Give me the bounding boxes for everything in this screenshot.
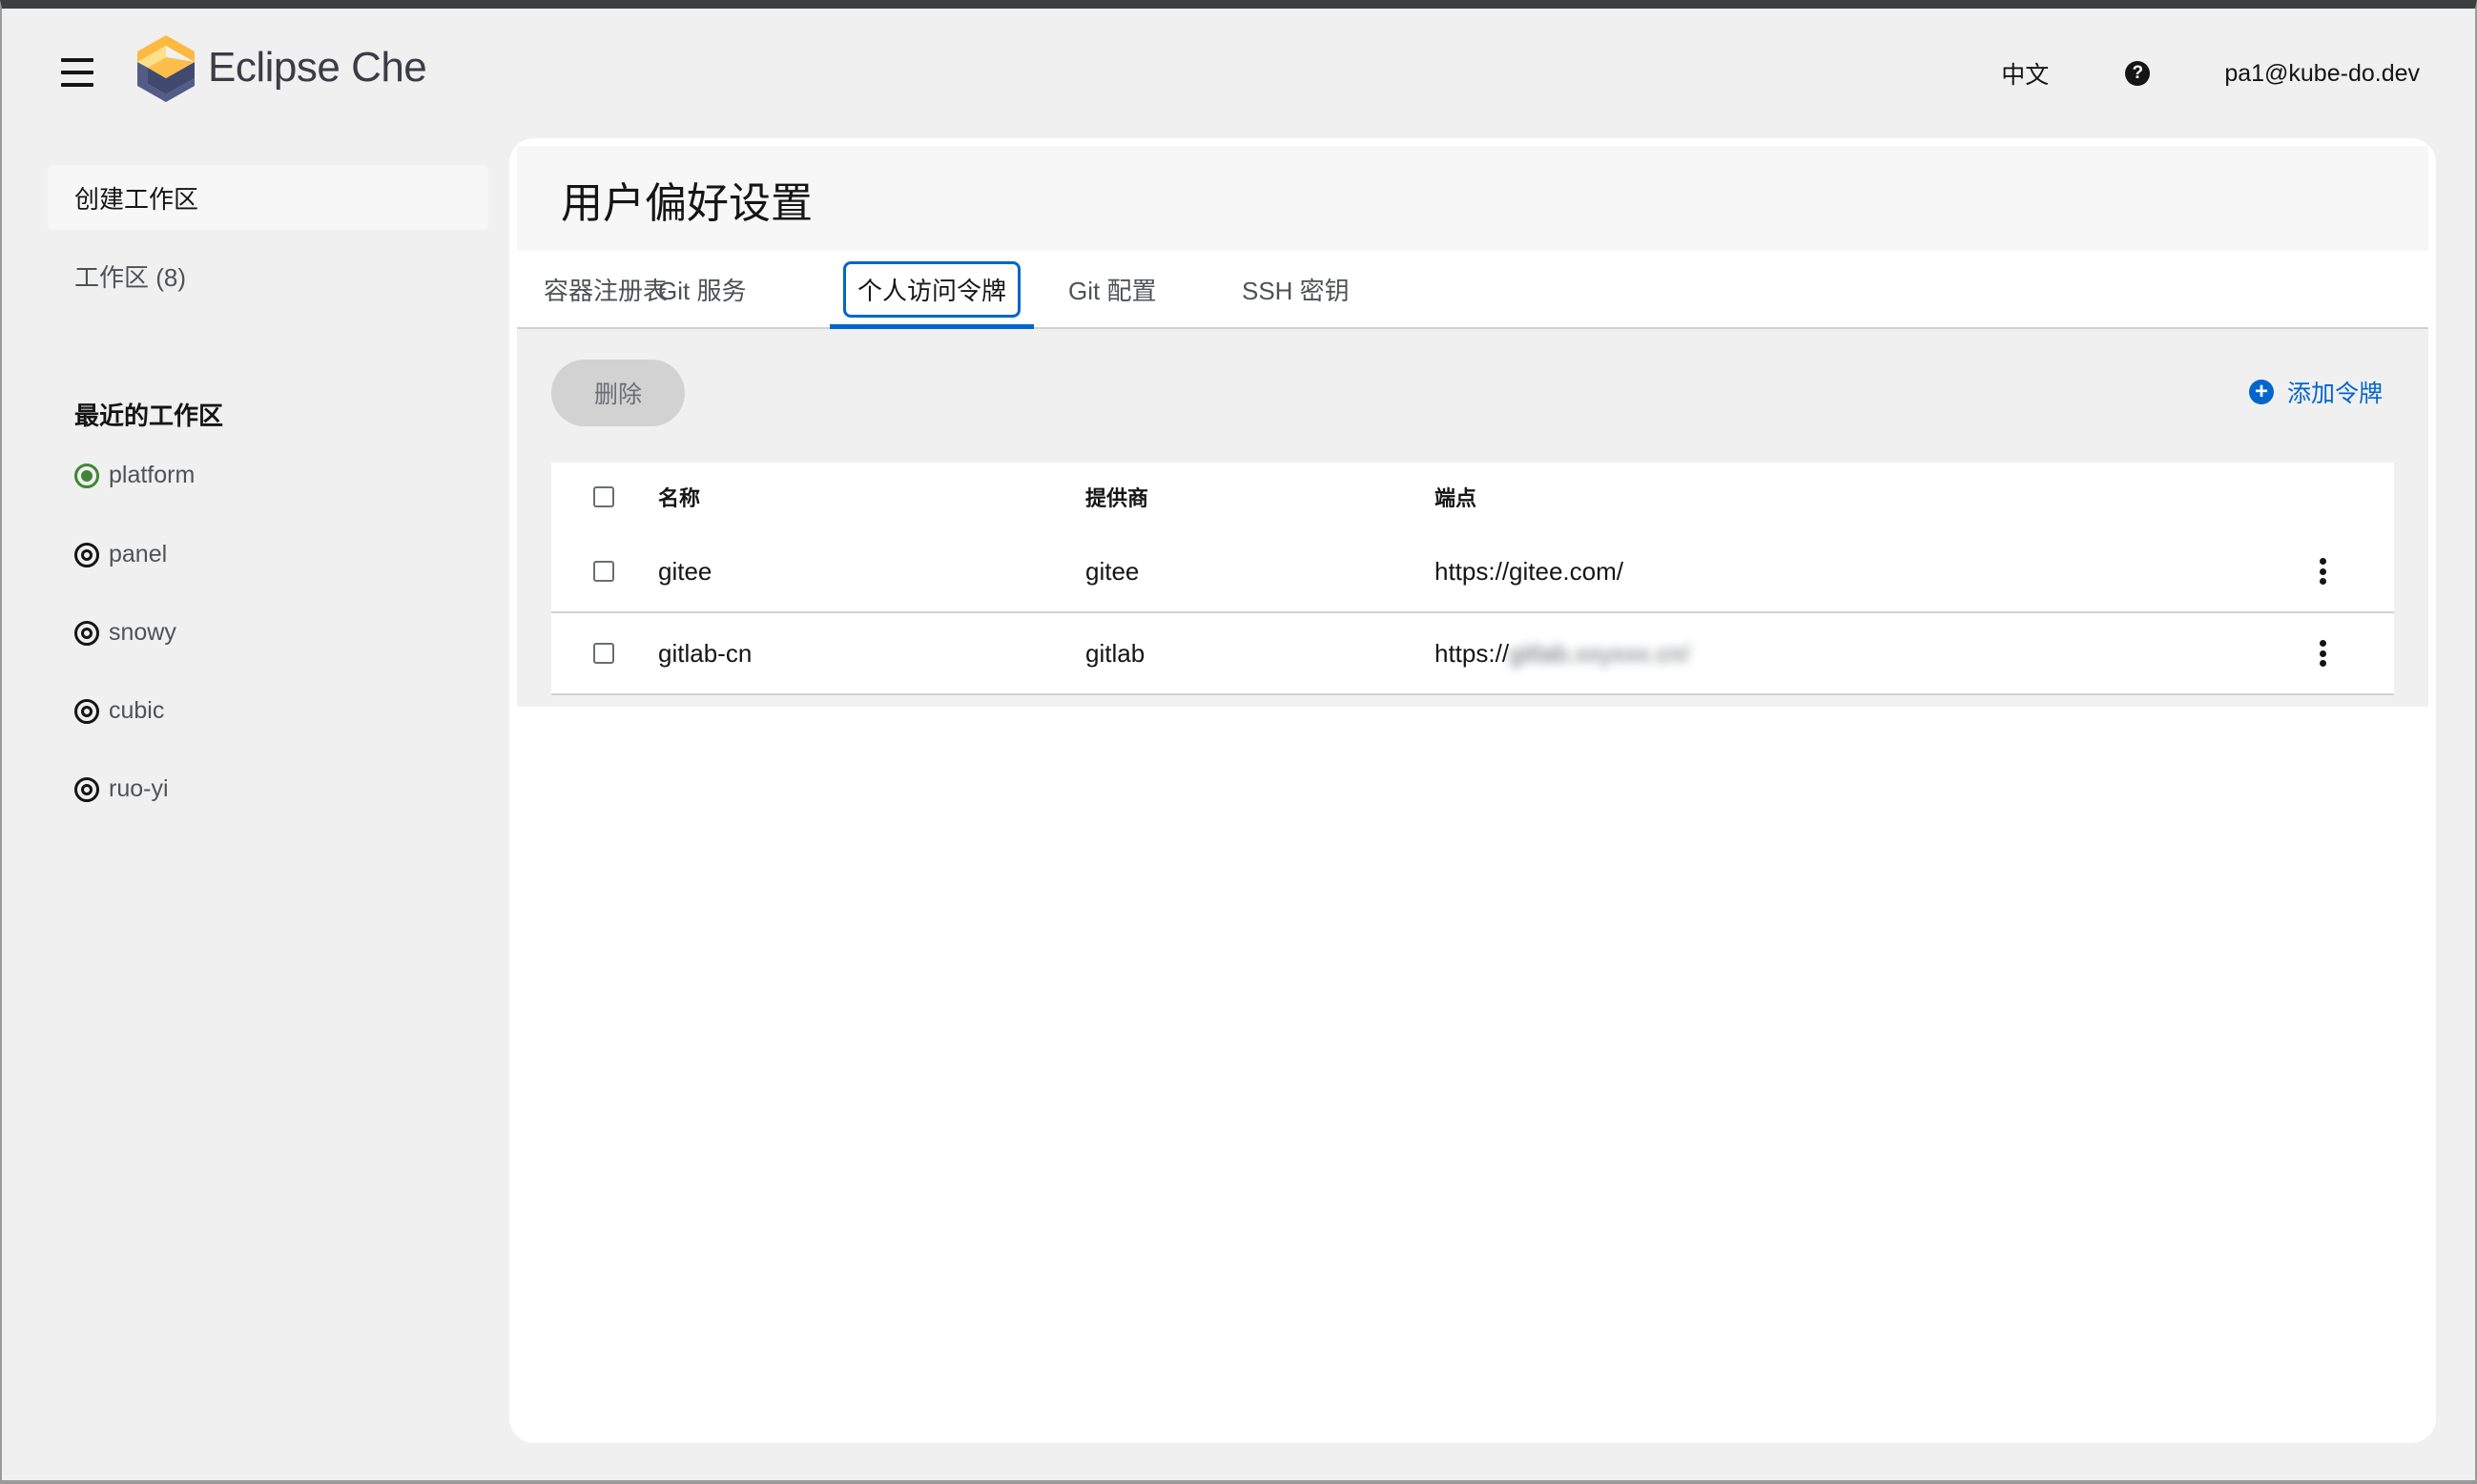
app-window: Eclipse Che 中文 ? pa1@kube-do.dev 创建工作区 工… [0, 0, 2477, 1484]
recent-workspace-snowy[interactable]: snowy [74, 619, 176, 647]
tokens-panel: 删除 + 添加令牌 名称 提供商 端点 gitee gitee https://… [517, 329, 2428, 707]
row-checkbox[interactable] [593, 561, 614, 582]
tab-personal-access-tokens[interactable]: 个人访问令牌 [829, 251, 1035, 329]
tab-label: 容器注册表 [544, 276, 669, 305]
add-token-button[interactable]: + 添加令牌 [2248, 375, 2383, 409]
tab-label: Git 服务 [658, 276, 747, 305]
tab-container-registries[interactable]: 容器注册表 [544, 251, 668, 327]
recent-workspace-label: platform [109, 462, 196, 488]
eclipse-che-logo-icon [137, 35, 195, 102]
app-name: Eclipse Che [208, 44, 427, 91]
tab-git-config[interactable]: Git 配置 [1068, 251, 1156, 327]
tab-ssh-keys[interactable]: SSH 密钥 [1242, 251, 1350, 327]
page-title: 用户偏好设置 [561, 180, 813, 227]
recent-workspace-label: panel [109, 541, 168, 567]
page-header: 用户偏好设置 [517, 146, 2428, 251]
add-token-label: 添加令牌 [2286, 381, 2383, 407]
row-actions-kebab-icon[interactable] [2318, 558, 2327, 585]
token-name: gitlab-cn [658, 638, 753, 668]
app-logo[interactable]: Eclipse Che [135, 33, 427, 102]
stopped-status-icon [74, 620, 99, 646]
delete-button[interactable]: 删除 [551, 360, 685, 426]
row-actions-kebab-icon[interactable] [2318, 640, 2327, 667]
tab-label: SSH 密钥 [1242, 276, 1350, 305]
column-header-provider: 提供商 [1085, 486, 1149, 510]
token-name: gitee [658, 556, 712, 586]
masthead-tools: 中文 ? pa1@kube-do.dev [2001, 56, 2420, 91]
recent-workspace-cubic[interactable]: cubic [74, 697, 164, 725]
tab-label: 个人访问令牌 [843, 260, 1022, 318]
stopped-status-icon [74, 776, 99, 802]
token-endpoint-redacted: gitlab.xxyxxx.cn/ [1509, 638, 1690, 668]
recent-workspaces-title: 最近的工作区 [74, 402, 224, 430]
help-icon[interactable]: ? [2125, 61, 2151, 86]
language-selector[interactable]: 中文 [2001, 56, 2049, 91]
token-provider: gitee [1085, 556, 1140, 586]
token-provider: gitlab [1085, 638, 1146, 668]
stopped-status-icon [74, 698, 99, 724]
token-endpoint: https://gitlab.xxyxxx.cn/ [1435, 613, 1689, 693]
hamburger-menu-icon[interactable] [61, 58, 93, 87]
nav-create-workspace[interactable]: 创建工作区 [48, 165, 488, 230]
recent-workspace-label: cubic [109, 697, 165, 724]
table-row: gitlab-cn gitlab https://gitlab.xxyxxx.c… [551, 613, 2394, 695]
nav-workspaces-label: 工作区 (8) [74, 262, 187, 292]
tab-git-services[interactable]: Git 服务 [658, 251, 746, 327]
preferences-tabs: 容器注册表 Git 服务 个人访问令牌 Git 配置 SSH 密钥 [517, 251, 2428, 329]
token-endpoint-prefix: https:// [1435, 638, 1510, 668]
tab-label: Git 配置 [1068, 276, 1157, 305]
table-row: gitee gitee https://gitee.com/ [551, 531, 2394, 613]
recent-workspace-panel[interactable]: panel [74, 541, 167, 568]
column-header-name: 名称 [658, 486, 701, 510]
user-menu[interactable]: pa1@kube-do.dev [2224, 60, 2420, 88]
main-card: 用户偏好设置 容器注册表 Git 服务 个人访问令牌 Git 配置 SSH 密钥… [509, 138, 2436, 1443]
row-checkbox[interactable] [593, 643, 614, 664]
nav-workspaces[interactable]: 工作区 (8) [48, 243, 488, 308]
tokens-table: 名称 提供商 端点 gitee gitee https://gitee.com/… [551, 463, 2394, 695]
stopped-status-icon [74, 542, 99, 567]
recent-workspace-label: ruo-yi [109, 775, 169, 802]
plus-circle-icon: + [2248, 380, 2274, 404]
select-all-checkbox[interactable] [593, 486, 614, 507]
column-header-endpoint: 端点 [1435, 486, 1477, 510]
token-endpoint: https://gitee.com/ [1435, 556, 1623, 586]
masthead: Eclipse Che 中文 ? pa1@kube-do.dev [2, 9, 2475, 133]
nav-create-workspace-label: 创建工作区 [74, 184, 199, 214]
recent-workspace-platform[interactable]: platform [74, 462, 195, 489]
running-status-icon [74, 463, 99, 488]
recent-workspace-ruo-yi[interactable]: ruo-yi [74, 775, 169, 803]
recent-workspace-label: snowy [109, 619, 176, 646]
table-header-row: 名称 提供商 端点 [551, 463, 2394, 531]
